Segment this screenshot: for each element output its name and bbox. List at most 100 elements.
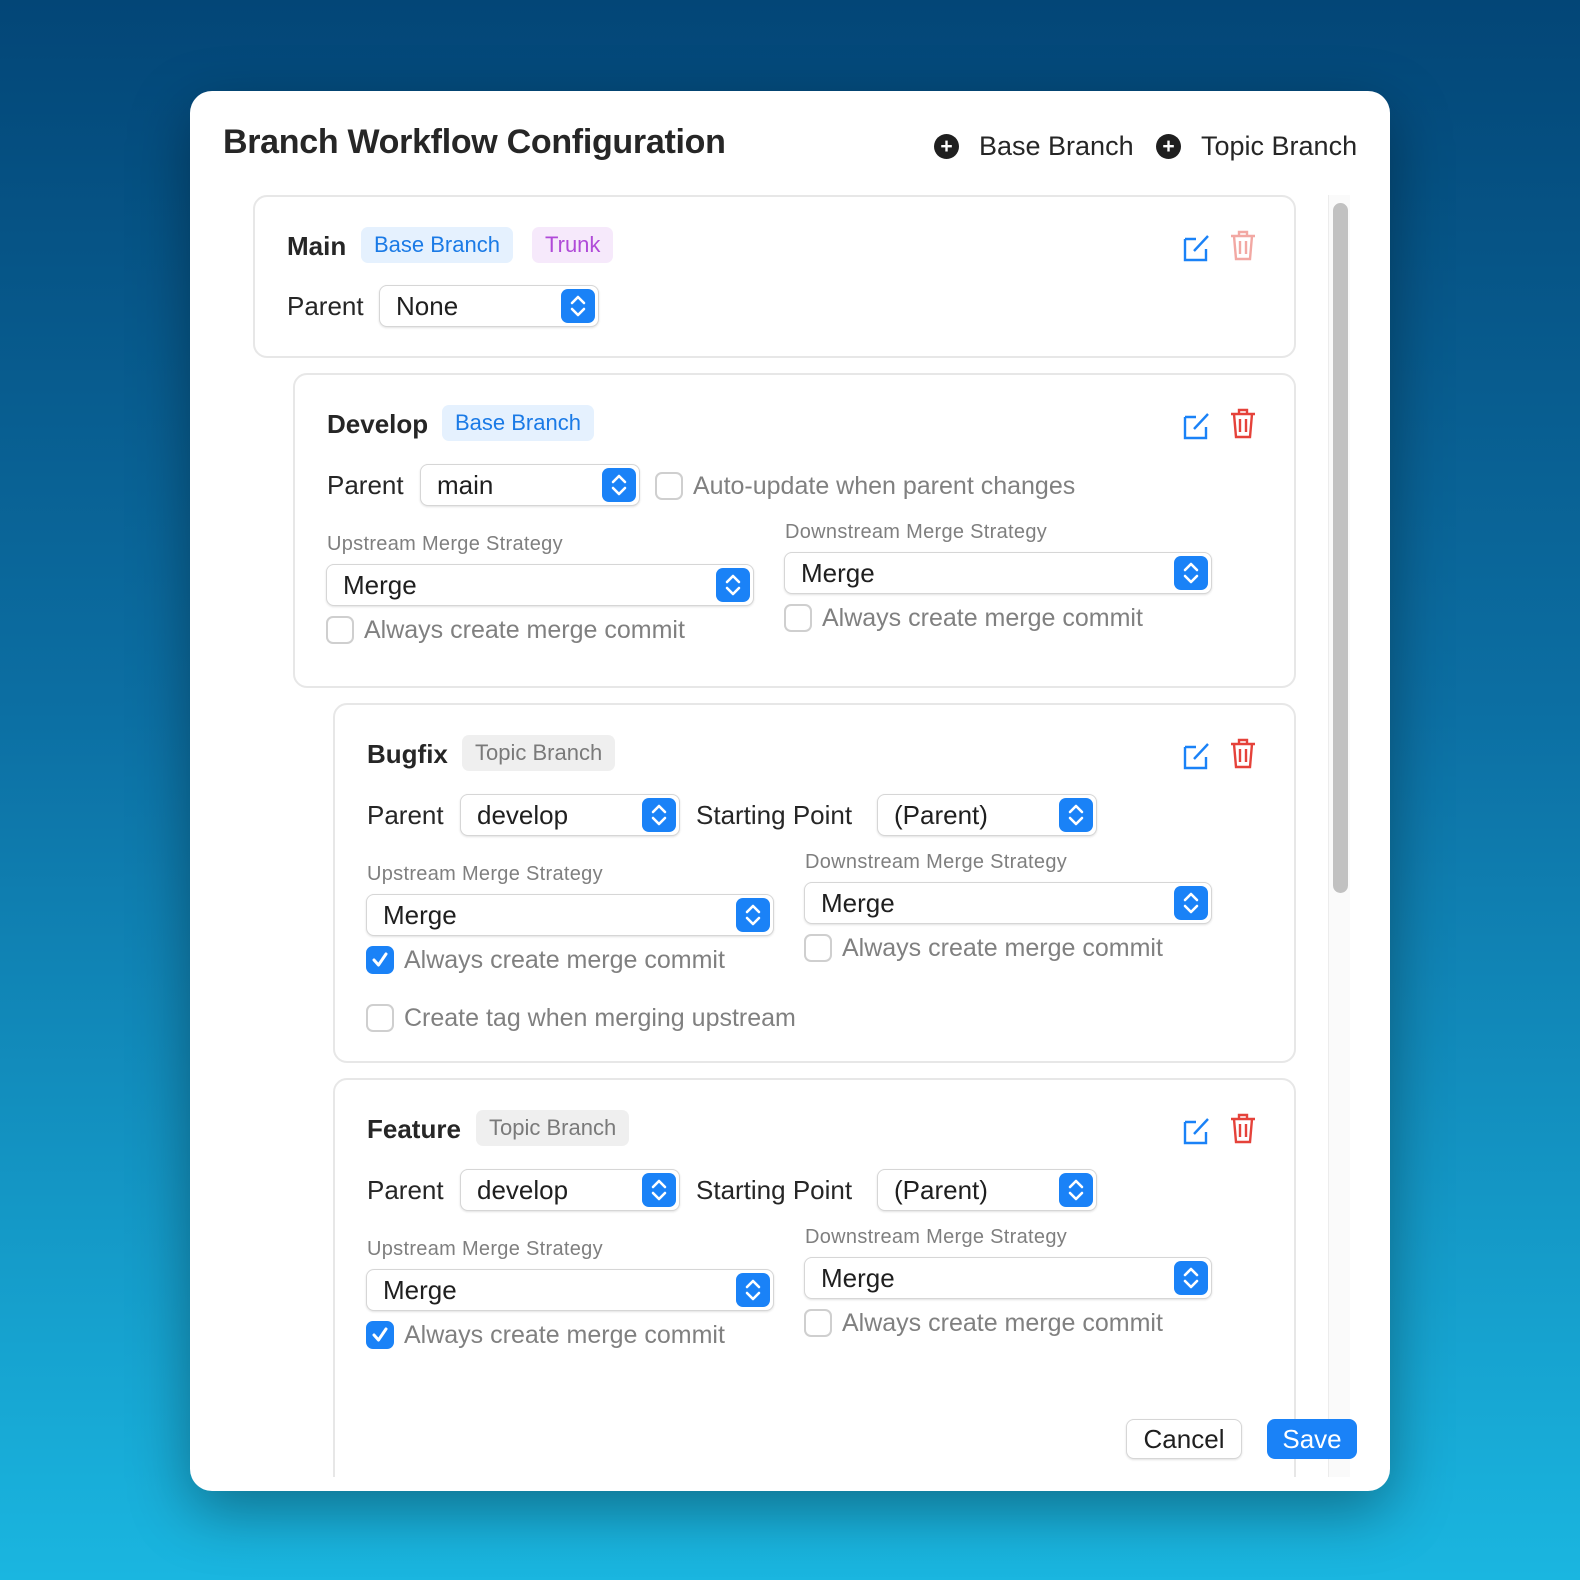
chevron-updown-icon (1174, 886, 1208, 920)
upstream-always-merge-checkbox[interactable]: Always create merge commit (326, 615, 685, 645)
edit-icon[interactable] (1182, 409, 1212, 441)
scrollbar-thumb[interactable] (1333, 203, 1348, 893)
trash-icon[interactable] (1228, 1112, 1258, 1144)
trash-icon[interactable] (1228, 407, 1258, 439)
starting-point-select[interactable]: (Parent) (877, 794, 1097, 836)
checkbox-box (655, 472, 683, 500)
branch-card-develop: Develop Base Branch Parent main Auto-upd… (293, 373, 1296, 688)
downstream-strategy-value: Merge (801, 558, 875, 588)
always-merge-label: Always create merge commit (404, 1320, 725, 1349)
upstream-strategy-label: Upstream Merge Strategy (367, 863, 603, 885)
parent-label: Parent (327, 470, 404, 500)
checkbox-box (366, 1004, 394, 1032)
downstream-strategy-label: Downstream Merge Strategy (785, 521, 1048, 543)
badge-topic-branch: Topic Branch (462, 735, 616, 771)
branch-card-feature: Feature Topic Branch Parent develop Star… (333, 1078, 1296, 1477)
chevron-updown-icon (736, 898, 770, 932)
checkbox-box (804, 934, 832, 962)
checkbox-box-checked (366, 946, 394, 974)
save-button[interactable]: Save (1267, 1419, 1357, 1459)
always-merge-label: Always create merge commit (364, 615, 685, 644)
parent-select[interactable]: None (379, 285, 599, 327)
chevron-updown-icon (1174, 556, 1208, 590)
downstream-strategy-label: Downstream Merge Strategy (805, 1226, 1068, 1248)
downstream-strategy-select[interactable]: Merge (804, 882, 1212, 924)
badge-trunk: Trunk (532, 227, 614, 263)
plus-circle-icon: + (934, 133, 959, 159)
edit-icon[interactable] (1182, 1114, 1212, 1146)
upstream-strategy-value: Merge (383, 1275, 457, 1305)
branch-name: Feature (367, 1114, 461, 1144)
parent-label: Parent (287, 291, 364, 321)
trash-icon[interactable] (1228, 229, 1258, 261)
badge-base-branch: Base Branch (361, 227, 513, 263)
parent-label: Parent (367, 1175, 444, 1205)
checkbox-box (784, 604, 812, 632)
chevron-updown-icon (602, 468, 636, 502)
starting-point-label: Starting Point (696, 1175, 853, 1205)
branch-name: Bugfix (367, 739, 448, 769)
downstream-strategy-value: Merge (821, 888, 895, 918)
create-tag-label: Create tag when merging upstream (404, 1003, 796, 1032)
always-merge-label: Always create merge commit (404, 945, 725, 974)
badge-base-branch: Base Branch (442, 405, 594, 441)
add-base-branch-button[interactable]: + Base Branch (934, 128, 1134, 164)
chevron-updown-icon (736, 1273, 770, 1307)
dialog-title: Branch Workflow Configuration (223, 123, 726, 161)
upstream-strategy-value: Merge (383, 900, 457, 930)
downstream-always-merge-checkbox[interactable]: Always create merge commit (804, 1308, 1163, 1338)
checkbox-box-checked (366, 1321, 394, 1349)
downstream-strategy-select[interactable]: Merge (804, 1257, 1212, 1299)
upstream-strategy-select[interactable]: Merge (326, 564, 754, 606)
branch-name: Develop (327, 409, 429, 439)
parent-select-value: develop (477, 1175, 569, 1205)
edit-icon[interactable] (1182, 739, 1212, 771)
branch-card-main: Main Base Branch Trunk Parent None (253, 195, 1296, 358)
downstream-always-merge-checkbox[interactable]: Always create merge commit (784, 603, 1143, 633)
edit-icon[interactable] (1182, 231, 1212, 263)
starting-point-value: (Parent) (894, 1175, 988, 1205)
always-merge-label: Always create merge commit (822, 603, 1143, 632)
create-tag-checkbox[interactable]: Create tag when merging upstream (366, 1003, 796, 1033)
branch-workflow-dialog: Branch Workflow Configuration + Base Bra… (190, 91, 1390, 1491)
chevron-updown-icon (642, 1173, 676, 1207)
plus-circle-icon: + (1156, 133, 1181, 159)
branch-list: Main Base Branch Trunk Parent None Devel… (190, 195, 1390, 1477)
add-base-branch-label: Base Branch (979, 130, 1134, 161)
branch-name: Main (287, 231, 347, 261)
starting-point-value: (Parent) (894, 800, 988, 830)
parent-label: Parent (367, 800, 444, 830)
checkmark-icon (372, 1327, 388, 1342)
downstream-strategy-value: Merge (821, 1263, 895, 1293)
auto-update-checkbox[interactable]: Auto-update when parent changes (655, 471, 1075, 501)
downstream-always-merge-checkbox[interactable]: Always create merge commit (804, 933, 1163, 963)
cancel-button[interactable]: Cancel (1126, 1419, 1242, 1459)
downstream-strategy-select[interactable]: Merge (784, 552, 1212, 594)
chevron-updown-icon (716, 568, 750, 602)
downstream-strategy-label: Downstream Merge Strategy (805, 851, 1068, 873)
parent-select[interactable]: develop (460, 1169, 680, 1211)
starting-point-label: Starting Point (696, 800, 853, 830)
parent-select-value: develop (477, 800, 569, 830)
chevron-updown-icon (1059, 798, 1093, 832)
upstream-always-merge-checkbox[interactable]: Always create merge commit (366, 945, 725, 975)
upstream-strategy-value: Merge (343, 570, 417, 600)
checkbox-box (326, 616, 354, 644)
parent-select[interactable]: main (420, 464, 640, 506)
always-merge-label: Always create merge commit (842, 933, 1163, 962)
scrollbar[interactable] (1328, 195, 1350, 1477)
branch-card-bugfix: Bugfix Topic Branch Parent develop Start… (333, 703, 1296, 1063)
upstream-always-merge-checkbox[interactable]: Always create merge commit (366, 1320, 725, 1350)
parent-select[interactable]: develop (460, 794, 680, 836)
trash-icon[interactable] (1228, 737, 1258, 769)
upstream-strategy-select[interactable]: Merge (366, 1269, 774, 1311)
chevron-updown-icon (1174, 1261, 1208, 1295)
starting-point-select[interactable]: (Parent) (877, 1169, 1097, 1211)
parent-select-value: main (437, 470, 494, 500)
upstream-strategy-select[interactable]: Merge (366, 894, 774, 936)
parent-select-value: None (396, 291, 459, 321)
always-merge-label: Always create merge commit (842, 1308, 1163, 1337)
add-topic-branch-button[interactable]: + Topic Branch (1156, 128, 1357, 164)
upstream-strategy-label: Upstream Merge Strategy (327, 533, 563, 555)
checkbox-box (804, 1309, 832, 1337)
